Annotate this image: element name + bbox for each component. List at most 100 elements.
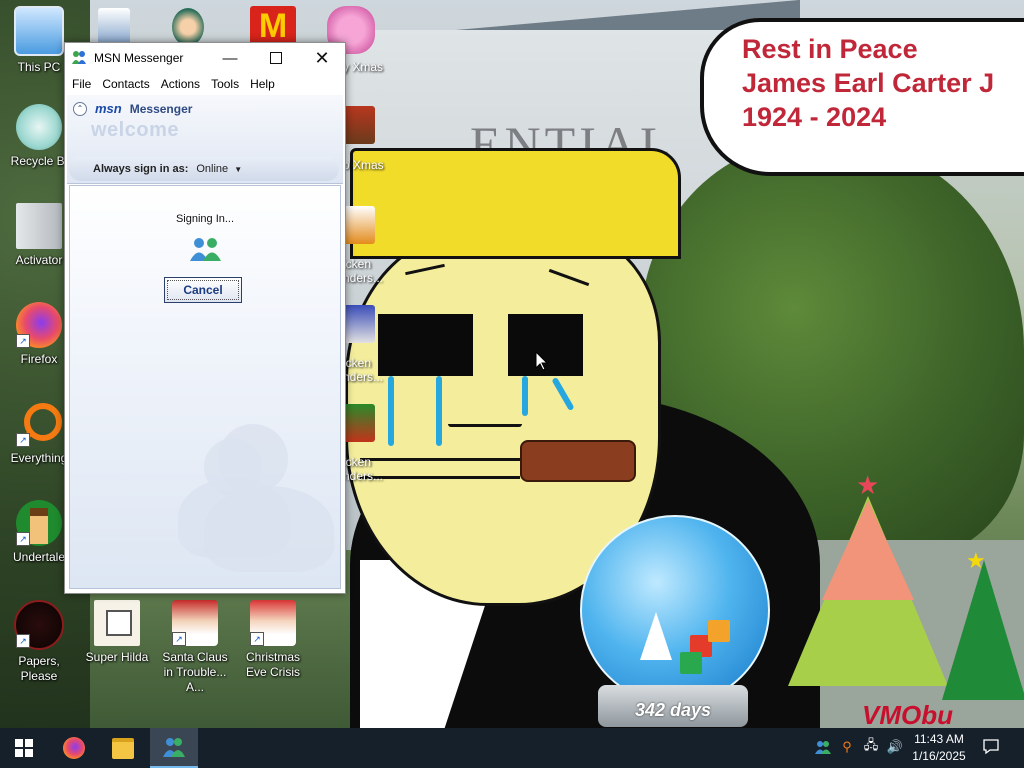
desktop-icon-papers-please[interactable]: ↗ Papers, Please (0, 600, 78, 684)
character-mouth (448, 424, 522, 427)
desktop-icon-christmas-eve-crisis[interactable]: ↗ Christmas Eve Crisis (234, 600, 312, 680)
desktop-icon-label-partial: icken nders... (343, 455, 384, 483)
menu-contacts[interactable]: Contacts (102, 77, 149, 91)
chicken-invaders-icon[interactable] (343, 305, 375, 343)
taskbar-file-explorer[interactable] (99, 728, 147, 768)
desktop-icon-label-partial: y Xmas (343, 60, 384, 74)
messenger-buddy-icon (71, 50, 87, 66)
tray-everything-search-icon[interactable]: ⚲ (838, 738, 856, 756)
character-hat (350, 148, 681, 259)
character-stripe (360, 476, 520, 479)
menu-help[interactable]: Help (250, 77, 275, 91)
firefox-icon (63, 737, 85, 759)
desktop-icon-santa-claus-in-trouble[interactable]: ↗ Santa Claus in Trouble... A... (156, 600, 234, 695)
shortcut-arrow-icon: ↗ (16, 634, 30, 648)
menu-actions[interactable]: Actions (161, 77, 200, 91)
signing-in-panel: Signing In... Cancel (69, 185, 341, 589)
messenger-buddies-icon (188, 236, 224, 262)
taskbar: ⚲ 🖧 🔊 11:43 AM 1/16/2025 (0, 728, 1024, 768)
recycle-bin-icon (16, 104, 62, 150)
notification-center-icon[interactable] (982, 737, 1000, 755)
menu-file[interactable]: File (72, 77, 91, 91)
maximize-button[interactable] (253, 43, 299, 73)
close-button[interactable]: ✕ (299, 43, 345, 73)
msn-logo: msn (95, 101, 122, 116)
collapse-icon[interactable]: ⌃ (73, 101, 87, 116)
ghost-buddy-icon (204, 486, 334, 572)
snow-globe-days-label: 342 days (634, 700, 712, 720)
chicken-invaders-icon[interactable] (343, 404, 375, 442)
tray-messenger-icon[interactable] (814, 738, 832, 756)
desktop-icon-label: Papers, Please (18, 654, 60, 683)
app-icon-partial[interactable] (98, 8, 130, 46)
gift-icon (680, 652, 702, 674)
window-titlebar[interactable]: MSN Messenger — ✕ (65, 43, 345, 73)
msn-messenger-window[interactable]: MSN Messenger — ✕ File Contacts Actions … (64, 42, 346, 594)
ghost-buddy-icon (218, 424, 288, 494)
xmas-bear-icon[interactable] (343, 106, 375, 144)
taskbar-clock[interactable]: 11:43 AM 1/16/2025 (906, 731, 972, 765)
volume-icon[interactable]: 🔊 (886, 738, 904, 756)
character-tear (436, 376, 442, 446)
folder-icon (112, 737, 134, 759)
messenger-buddies-icon (163, 738, 185, 757)
welcome-text: welcome (91, 119, 179, 141)
start-button[interactable] (0, 728, 48, 768)
star-icon: ★ (966, 548, 986, 573)
globe-tree-graphic (640, 612, 672, 660)
sign-in-status-value: Online (196, 163, 229, 175)
xmas-tree-top-graphic (822, 500, 914, 600)
firefox-icon: ↗ (16, 302, 62, 348)
close-icon: ✕ (314, 47, 330, 68)
messenger-header-panel: ⌃ msn Messenger welcome Always sign in a… (67, 95, 343, 184)
desktop-icon-label: Christmas Eve Crisis (245, 650, 300, 679)
desktop-icon-label-partial: o Xmas (343, 158, 384, 172)
character-icon-partial[interactable] (172, 8, 204, 46)
character-glasses-left (378, 314, 473, 376)
desktop-icon-super-hilda[interactable]: Super Hilda (78, 600, 156, 665)
messenger-wordmark: Messenger (129, 101, 193, 116)
sign-in-status-row: Always sign in as: Online ▼ (69, 157, 339, 181)
papers-please-icon: ↗ (14, 600, 64, 650)
star-icon: ★ (856, 470, 880, 500)
sign-in-label: Always sign in as: (93, 163, 189, 175)
shortcut-arrow-icon: ↗ (250, 632, 264, 646)
magnifier-icon: ↗ (16, 401, 62, 448)
clock-date: 1/16/2025 (912, 749, 966, 763)
undertale-icon: ↗ (16, 500, 62, 546)
shortcut-arrow-icon: ↗ (16, 433, 30, 447)
santa-icon: ↗ (172, 600, 218, 646)
folder-icon (16, 203, 62, 249)
desktop-icon-label-partial: icken nders... (343, 257, 384, 285)
chevron-down-icon: ▼ (234, 165, 243, 174)
speech-bubble-text: Rest in Peace James Earl Carter J 1924 -… (742, 34, 995, 132)
desktop-icon-label-partial: icken nders... (343, 356, 384, 384)
minimize-icon: — (222, 49, 238, 67)
shortcut-arrow-icon: ↗ (16, 334, 30, 348)
super-hilda-icon (94, 600, 140, 646)
window-title: MSN Messenger (94, 51, 184, 65)
santa-icon: ↗ (250, 600, 296, 646)
taskbar-msn-messenger[interactable] (150, 728, 198, 768)
sign-in-status-dropdown[interactable]: Online ▼ (196, 163, 242, 175)
chicken-invaders-icon[interactable] (343, 206, 375, 244)
menu-bar: File Contacts Actions Tools Help (65, 73, 345, 95)
mcdonalds-icon[interactable]: M (250, 6, 296, 46)
character-tear (522, 376, 528, 416)
cancel-button[interactable]: Cancel (164, 277, 242, 303)
shortcut-arrow-icon: ↗ (172, 632, 186, 646)
xmas-tree-small-graphic (942, 560, 1024, 700)
desktop-icon-label: Super Hilda (85, 650, 149, 664)
character-cigar (520, 440, 636, 482)
menu-tools[interactable]: Tools (211, 77, 239, 91)
windows-logo-icon (15, 739, 33, 757)
shortcut-arrow-icon: ↗ (16, 532, 30, 546)
taskbar-firefox[interactable] (50, 728, 98, 768)
snow-globe (580, 515, 770, 705)
wallpaper-watermark: VMObu (862, 700, 953, 728)
minimize-button[interactable]: — (207, 43, 253, 73)
clock-time: 11:43 AM (914, 732, 964, 746)
mouse-pointer-icon (535, 351, 549, 371)
network-icon[interactable]: 🖧 (862, 737, 880, 756)
maximize-icon (270, 52, 282, 64)
